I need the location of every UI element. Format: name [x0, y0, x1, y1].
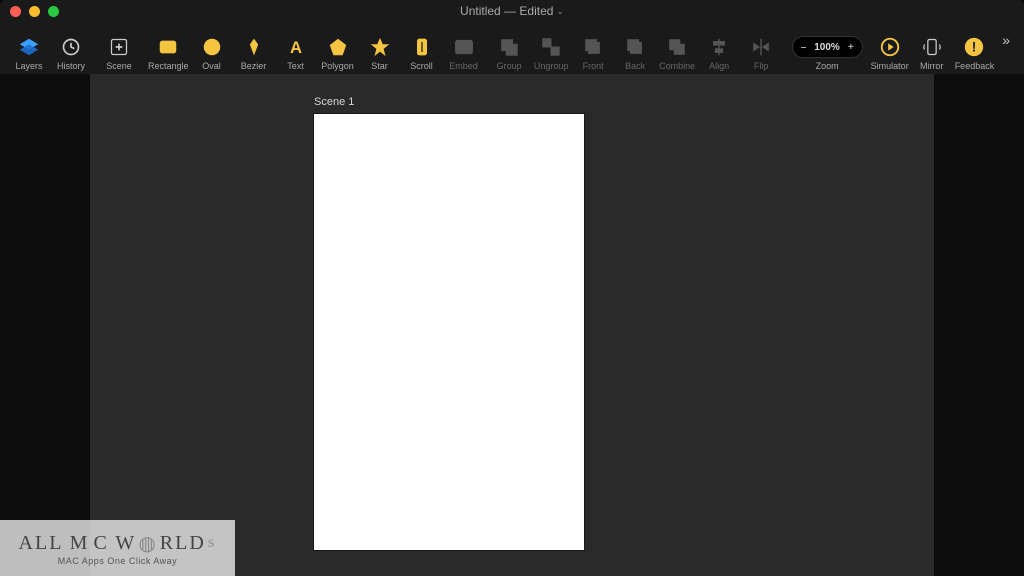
ungroup-icon [540, 36, 562, 58]
workarea: Scene 1 [0, 74, 1024, 576]
star-label: Star [371, 61, 388, 71]
ungroup-button[interactable]: Ungroup [530, 25, 572, 71]
watermark: ALL M C W ◍ RLD S MAC Apps One Click Awa… [0, 520, 235, 576]
back-button[interactable]: Back [614, 25, 656, 71]
flip-icon [750, 36, 772, 58]
zoom-control: – 100% + Zoom [792, 25, 863, 71]
zoom-in-button[interactable]: + [848, 42, 854, 53]
layers-icon [18, 36, 40, 58]
zoom-value[interactable]: 100% [814, 42, 840, 53]
bezier-icon [243, 36, 265, 58]
feedback-button[interactable]: ! Feedback [953, 25, 997, 71]
history-button[interactable]: History [50, 25, 92, 71]
right-gutter [934, 74, 1024, 576]
play-icon [879, 36, 901, 58]
align-icon [708, 36, 730, 58]
watermark-text-2: C W [93, 532, 136, 555]
front-button[interactable]: Front [572, 25, 614, 71]
left-gutter [0, 74, 90, 576]
scroll-icon [411, 36, 433, 58]
plus-icon [108, 36, 130, 58]
bezier-tool[interactable]: Bezier [233, 25, 275, 71]
history-label: History [57, 61, 85, 71]
scene-button[interactable]: Scene [98, 25, 140, 71]
scroll-label: Scroll [410, 61, 433, 71]
mirror-button[interactable]: Mirror [911, 25, 953, 71]
ungroup-label: Ungroup [534, 61, 569, 71]
polygon-icon [327, 36, 349, 58]
toolbar-overflow-button[interactable]: » [996, 32, 1016, 48]
combine-label: Combine [659, 61, 695, 71]
toolbar: Layers History Scene Rectangle [0, 22, 1024, 74]
embed-icon [453, 36, 475, 58]
text-tool[interactable]: A Text [275, 25, 317, 71]
scene-label: Scene [106, 61, 132, 71]
canvas-stage[interactable]: Scene 1 [90, 74, 934, 576]
artboard[interactable] [314, 114, 584, 550]
group-icon [498, 36, 520, 58]
mirror-icon [921, 36, 943, 58]
oval-tool[interactable]: Oval [191, 25, 233, 71]
send-back-icon [624, 36, 646, 58]
align-button[interactable]: Align [698, 25, 740, 71]
combine-button[interactable]: Combine [656, 25, 698, 71]
rectangle-icon [157, 36, 179, 58]
layers-label: Layers [15, 61, 42, 71]
mirror-label: Mirror [920, 61, 944, 71]
star-icon [369, 36, 391, 58]
align-label: Align [709, 61, 729, 71]
chevron-down-icon: ⌄ [556, 6, 564, 17]
rectangle-label: Rectangle [148, 61, 189, 71]
polygon-label: Polygon [321, 61, 354, 71]
flip-button[interactable]: Flip [740, 25, 782, 71]
oval-icon [201, 36, 223, 58]
scroll-tool[interactable]: Scroll [401, 25, 443, 71]
window-title[interactable]: Untitled — Edited ⌄ [0, 4, 1024, 18]
rectangle-tool[interactable]: Rectangle [146, 25, 191, 71]
zoom-out-button[interactable]: – [801, 42, 807, 53]
watermark-text-1: ALL M [19, 532, 90, 555]
simulator-label: Simulator [871, 61, 909, 71]
watermark-text-3: RLD [160, 532, 206, 555]
star-tool[interactable]: Star [359, 25, 401, 71]
feedback-label: Feedback [955, 61, 995, 71]
svg-text:A: A [289, 38, 301, 57]
bezier-label: Bezier [241, 61, 267, 71]
bring-front-icon [582, 36, 604, 58]
flip-label: Flip [754, 61, 769, 71]
layers-button[interactable]: Layers [8, 25, 50, 71]
globe-icon: ◍ [138, 531, 157, 556]
embed-tool[interactable]: Embed [443, 25, 485, 71]
group-button[interactable]: Group [488, 25, 530, 71]
history-icon [60, 36, 82, 58]
group-label: Group [497, 61, 522, 71]
scene-title[interactable]: Scene 1 [314, 96, 354, 108]
text-icon: A [285, 36, 307, 58]
feedback-icon: ! [963, 36, 985, 58]
simulator-button[interactable]: Simulator [869, 25, 911, 71]
svg-text:!: ! [972, 40, 977, 55]
watermark-suffix: S [208, 536, 217, 551]
embed-label: Embed [449, 61, 478, 71]
back-label: Back [625, 61, 645, 71]
oval-label: Oval [202, 61, 221, 71]
combine-icon [666, 36, 688, 58]
zoom-label: Zoom [816, 61, 839, 71]
watermark-tagline: MAC Apps One Click Away [58, 556, 177, 566]
titlebar: Untitled — Edited ⌄ [0, 0, 1024, 22]
title-text: Untitled — Edited [460, 4, 553, 18]
front-label: Front [583, 61, 604, 71]
polygon-tool[interactable]: Polygon [317, 25, 359, 71]
text-label: Text [287, 61, 304, 71]
